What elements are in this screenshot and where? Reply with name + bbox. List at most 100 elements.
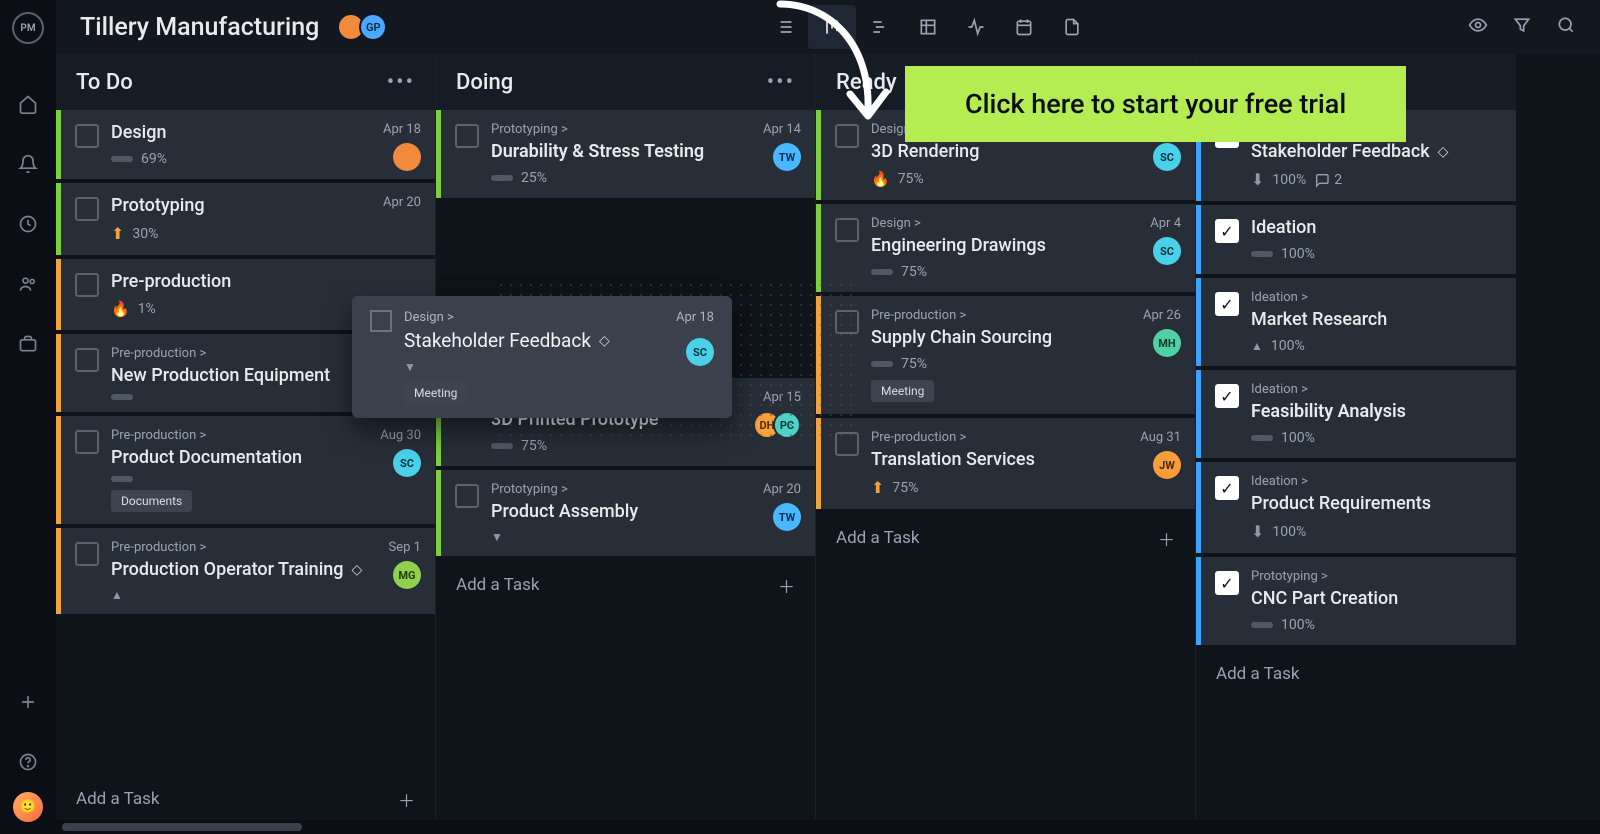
card-date: Apr 18 [676, 310, 714, 325]
card-tag[interactable]: Meeting [404, 382, 467, 404]
assignee-avatar[interactable] [393, 143, 421, 171]
checkbox-icon[interactable] [75, 124, 99, 148]
assignee-avatar[interactable]: SC [1153, 237, 1181, 265]
column-body[interactable]: Design > 3D Rendering 🔥 75% Apr 6 SC Des… [816, 110, 1195, 834]
card-title: CNC Part Creation [1251, 588, 1500, 609]
task-card[interactable]: Pre-production > Production Operator Tra… [56, 528, 435, 614]
task-card[interactable]: Prototyping ⬆ 30% Apr 20 [56, 183, 435, 255]
add-task-button[interactable]: Add a Task＋ [436, 560, 815, 610]
card-breadcrumb: Pre-production > [871, 308, 1179, 323]
card-meta: ▲ 100% [1251, 338, 1500, 354]
comment-count[interactable]: 2 [1314, 172, 1342, 188]
plus-icon: ＋ [398, 787, 415, 812]
card-meta: ⬇ 100% 2 [1251, 170, 1500, 189]
checkbox-icon[interactable]: ✓ [1215, 476, 1239, 500]
card-percent: 1% [138, 301, 156, 317]
clock-icon[interactable] [12, 208, 44, 240]
pm-logo[interactable]: PM [12, 12, 44, 44]
view-table-icon[interactable] [904, 5, 952, 49]
assignee-avatar[interactable]: JW [1153, 451, 1181, 479]
card-title: Pre-production [111, 271, 419, 292]
task-card[interactable]: Design > Engineering Drawings 75% Apr 4 … [816, 204, 1195, 292]
view-gantt-icon[interactable] [856, 5, 904, 49]
assignee-avatar[interactable]: SC [686, 338, 714, 366]
cta-banner[interactable]: Click here to start your free trial [905, 66, 1406, 142]
checkbox-icon[interactable] [75, 348, 99, 372]
checkbox-icon[interactable] [835, 218, 859, 242]
task-card[interactable]: Pre-production > Translation Services ⬆ … [816, 418, 1195, 509]
view-board-icon[interactable] [808, 5, 856, 49]
view-file-icon[interactable] [1048, 5, 1096, 49]
card-tag[interactable]: Meeting [871, 380, 934, 402]
task-card[interactable]: ✓ Ideation > Market Research ▲ 100% [1196, 278, 1516, 366]
card-title: Product Requirements [1251, 493, 1500, 514]
column-body[interactable]: Prototyping > Durability & Stress Testin… [436, 110, 815, 834]
card-meta: ⬆ 30% [111, 224, 419, 243]
task-card[interactable]: ✓ Ideation > Feasibility Analysis 100% [1196, 370, 1516, 458]
task-card[interactable]: ✓ Ideation 100% [1196, 205, 1516, 274]
visibility-icon[interactable] [1468, 15, 1488, 39]
assignee-avatar[interactable]: TW [773, 143, 801, 171]
column-body[interactable]: ✓ Ideation > Stakeholder Feedback ◇ ⬇ 10… [1196, 110, 1516, 834]
checkbox-icon[interactable] [75, 430, 99, 454]
horizontal-scrollbar[interactable] [56, 820, 1600, 834]
column-ready: Ready Design > 3D Rendering 🔥 75% Apr 6 … [816, 54, 1196, 834]
card-percent: 30% [132, 226, 158, 242]
view-list-icon[interactable] [760, 5, 808, 49]
scrollbar-thumb[interactable] [62, 823, 302, 831]
search-icon[interactable] [1556, 15, 1576, 39]
column-done: Done ✓ Ideation > Stakeholder Feedback ◇… [1196, 54, 1516, 834]
add-icon[interactable] [12, 686, 44, 718]
checkbox-icon[interactable] [370, 310, 392, 332]
add-task-button[interactable]: Add a Task＋ [56, 774, 435, 824]
task-card[interactable]: ✓ Prototyping > CNC Part Creation 100% [1196, 557, 1516, 645]
assignee-avatar[interactable]: MG [393, 561, 421, 589]
card-title: Stakeholder Feedback ◇ [404, 329, 714, 352]
assignee-avatar[interactable]: SC [1153, 143, 1181, 171]
card-tag[interactable]: Documents [111, 490, 192, 512]
card-date: Apr 26 [1143, 308, 1181, 323]
task-card[interactable]: Pre-production > Product Documentation D… [56, 416, 435, 524]
task-card[interactable]: Design 69% Apr 18 [56, 110, 435, 179]
checkbox-icon[interactable]: ✓ [1215, 384, 1239, 408]
checkbox-icon[interactable] [455, 484, 479, 508]
task-card[interactable]: Prototyping > Durability & Stress Testin… [436, 110, 815, 198]
card-breadcrumb: Ideation > [1251, 290, 1500, 305]
card-meta: 100% [1251, 617, 1500, 633]
checkbox-icon[interactable]: ✓ [1215, 292, 1239, 316]
card-title: Stakeholder Feedback ◇ [1251, 141, 1500, 162]
checkbox-icon[interactable]: ✓ [1215, 219, 1239, 243]
filter-icon[interactable] [1512, 15, 1532, 39]
assignee-avatar[interactable]: SC [393, 449, 421, 477]
progress-bar-icon [491, 443, 513, 449]
checkbox-icon[interactable] [75, 273, 99, 297]
help-icon[interactable] [12, 746, 44, 778]
view-activity-icon[interactable] [952, 5, 1000, 49]
checkbox-icon[interactable] [835, 124, 859, 148]
dragging-card[interactable]: Design > Stakeholder Feedback ◇ ▼ Meetin… [352, 296, 732, 418]
column-more-icon[interactable]: ••• [767, 70, 795, 95]
triangle-down-icon: ▼ [491, 530, 503, 544]
briefcase-icon[interactable] [12, 328, 44, 360]
bell-icon[interactable] [12, 148, 44, 180]
user-avatar[interactable]: 🙂 [13, 792, 43, 822]
home-icon[interactable] [12, 88, 44, 120]
column-more-icon[interactable]: ••• [387, 70, 415, 95]
task-card[interactable]: Pre-production > Supply Chain Sourcing 7… [816, 296, 1195, 414]
assignee-avatar[interactable]: MH [1153, 329, 1181, 357]
checkbox-icon[interactable] [455, 124, 479, 148]
checkbox-icon[interactable] [75, 197, 99, 221]
view-calendar-icon[interactable] [1000, 5, 1048, 49]
member-avatar-gp[interactable]: GP [359, 13, 387, 41]
people-icon[interactable] [12, 268, 44, 300]
task-card[interactable]: ✓ Ideation > Product Requirements ⬇ 100% [1196, 462, 1516, 553]
checkbox-icon[interactable]: ✓ [1215, 571, 1239, 595]
checkbox-icon[interactable] [75, 542, 99, 566]
card-percent: 75% [898, 171, 924, 187]
assignee-avatar[interactable]: TW [773, 503, 801, 531]
column-body[interactable]: Design 69% Apr 18 Prototyping ⬆ 30% [56, 110, 435, 834]
task-card[interactable]: Prototyping > Product Assembly ▼ Apr 20 … [436, 470, 815, 556]
project-members[interactable]: GP [343, 13, 387, 41]
add-task-button[interactable]: Add a Task＋ [816, 513, 1195, 563]
add-task-button[interactable]: Add a Task [1196, 649, 1516, 699]
